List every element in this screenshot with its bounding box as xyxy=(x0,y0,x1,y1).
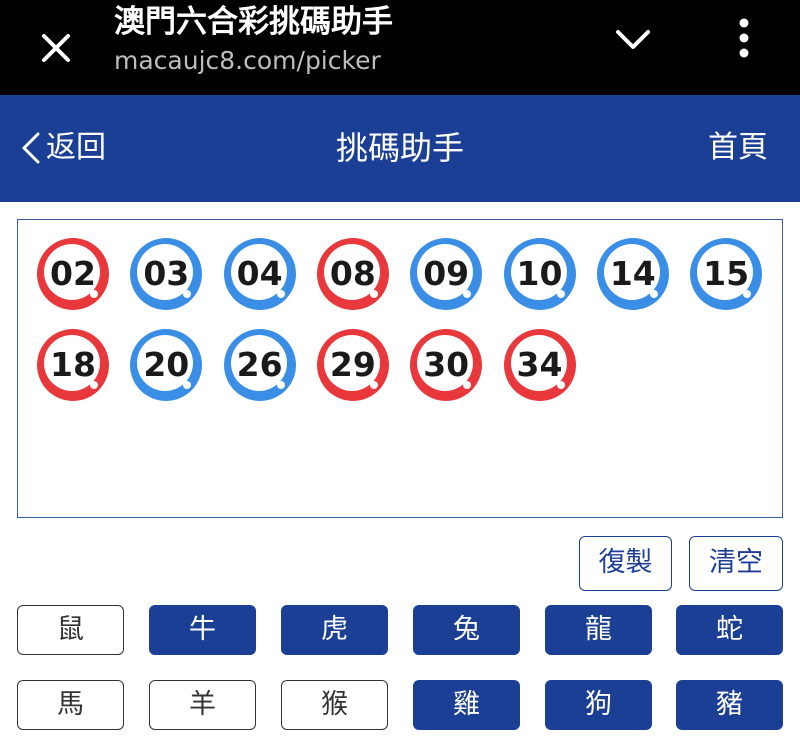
number-ball[interactable]: 30 xyxy=(409,328,483,402)
zodiac-button[interactable]: 豬 xyxy=(676,680,783,730)
ball-number: 10 xyxy=(516,254,563,293)
number-ball[interactable]: 04 xyxy=(223,237,297,311)
zodiac-button[interactable]: 鼠 xyxy=(17,605,124,655)
number-ball[interactable]: 26 xyxy=(223,328,297,402)
zodiac-button[interactable]: 龍 xyxy=(545,605,652,655)
selected-numbers-panel: 02 03 04 08 09 10 14 15 18 20 26 29 30 34 xyxy=(17,219,783,518)
app-header: 返回 挑碼助手 首頁 xyxy=(0,95,800,202)
zodiac-button[interactable]: 雞 xyxy=(413,680,520,730)
page-title: 挑碼助手 xyxy=(335,129,464,167)
number-ball[interactable]: 34 xyxy=(503,328,577,402)
number-ball[interactable]: 14 xyxy=(596,237,670,311)
number-ball[interactable]: 03 xyxy=(129,237,203,311)
ball-number: 08 xyxy=(329,254,376,293)
ball-number: 18 xyxy=(50,345,96,384)
number-ball[interactable]: 18 xyxy=(36,328,110,402)
zodiac-button[interactable]: 馬 xyxy=(17,680,124,730)
number-ball[interactable]: 09 xyxy=(409,237,483,311)
browser-toolbar: 澳門六合彩挑碼助手 macaujc8.com/picker xyxy=(0,0,800,95)
number-ball[interactable]: 02 xyxy=(36,237,110,311)
zodiac-button[interactable]: 蛇 xyxy=(676,605,783,655)
ball-number: 09 xyxy=(423,254,470,293)
ball-number: 02 xyxy=(50,254,96,293)
copy-button[interactable]: 復製 xyxy=(579,536,672,591)
ball-number: 34 xyxy=(516,345,563,384)
ball-number: 04 xyxy=(236,254,283,293)
ball-number: 03 xyxy=(143,254,190,293)
browser-page-title: 澳門六合彩挑碼助手 xyxy=(114,4,393,40)
chevron-down-icon[interactable] xyxy=(606,20,660,62)
zodiac-button[interactable]: 兔 xyxy=(413,605,520,655)
number-ball[interactable]: 15 xyxy=(689,237,763,311)
ball-number: 20 xyxy=(143,345,190,384)
number-ball[interactable]: 08 xyxy=(316,237,390,311)
ball-number: 29 xyxy=(329,345,376,384)
zodiac-button[interactable]: 虎 xyxy=(281,605,388,655)
close-icon[interactable] xyxy=(28,20,84,76)
ball-number: 30 xyxy=(423,345,470,384)
zodiac-button[interactable]: 猴 xyxy=(281,680,388,730)
ball-number: 14 xyxy=(609,254,656,293)
home-link[interactable]: 首頁 xyxy=(708,125,768,171)
more-vertical-icon[interactable] xyxy=(724,14,764,62)
number-ball[interactable]: 29 xyxy=(316,328,390,402)
zodiac-button[interactable]: 狗 xyxy=(545,680,652,730)
zodiac-button[interactable]: 牛 xyxy=(149,605,256,655)
browser-url[interactable]: macaujc8.com/picker xyxy=(114,44,381,78)
clear-button[interactable]: 清空 xyxy=(689,536,783,591)
number-ball[interactable]: 10 xyxy=(503,237,577,311)
number-ball[interactable]: 20 xyxy=(129,328,203,402)
ball-number: 15 xyxy=(703,254,750,293)
zodiac-button[interactable]: 羊 xyxy=(149,680,256,730)
ball-number: 26 xyxy=(236,345,283,384)
